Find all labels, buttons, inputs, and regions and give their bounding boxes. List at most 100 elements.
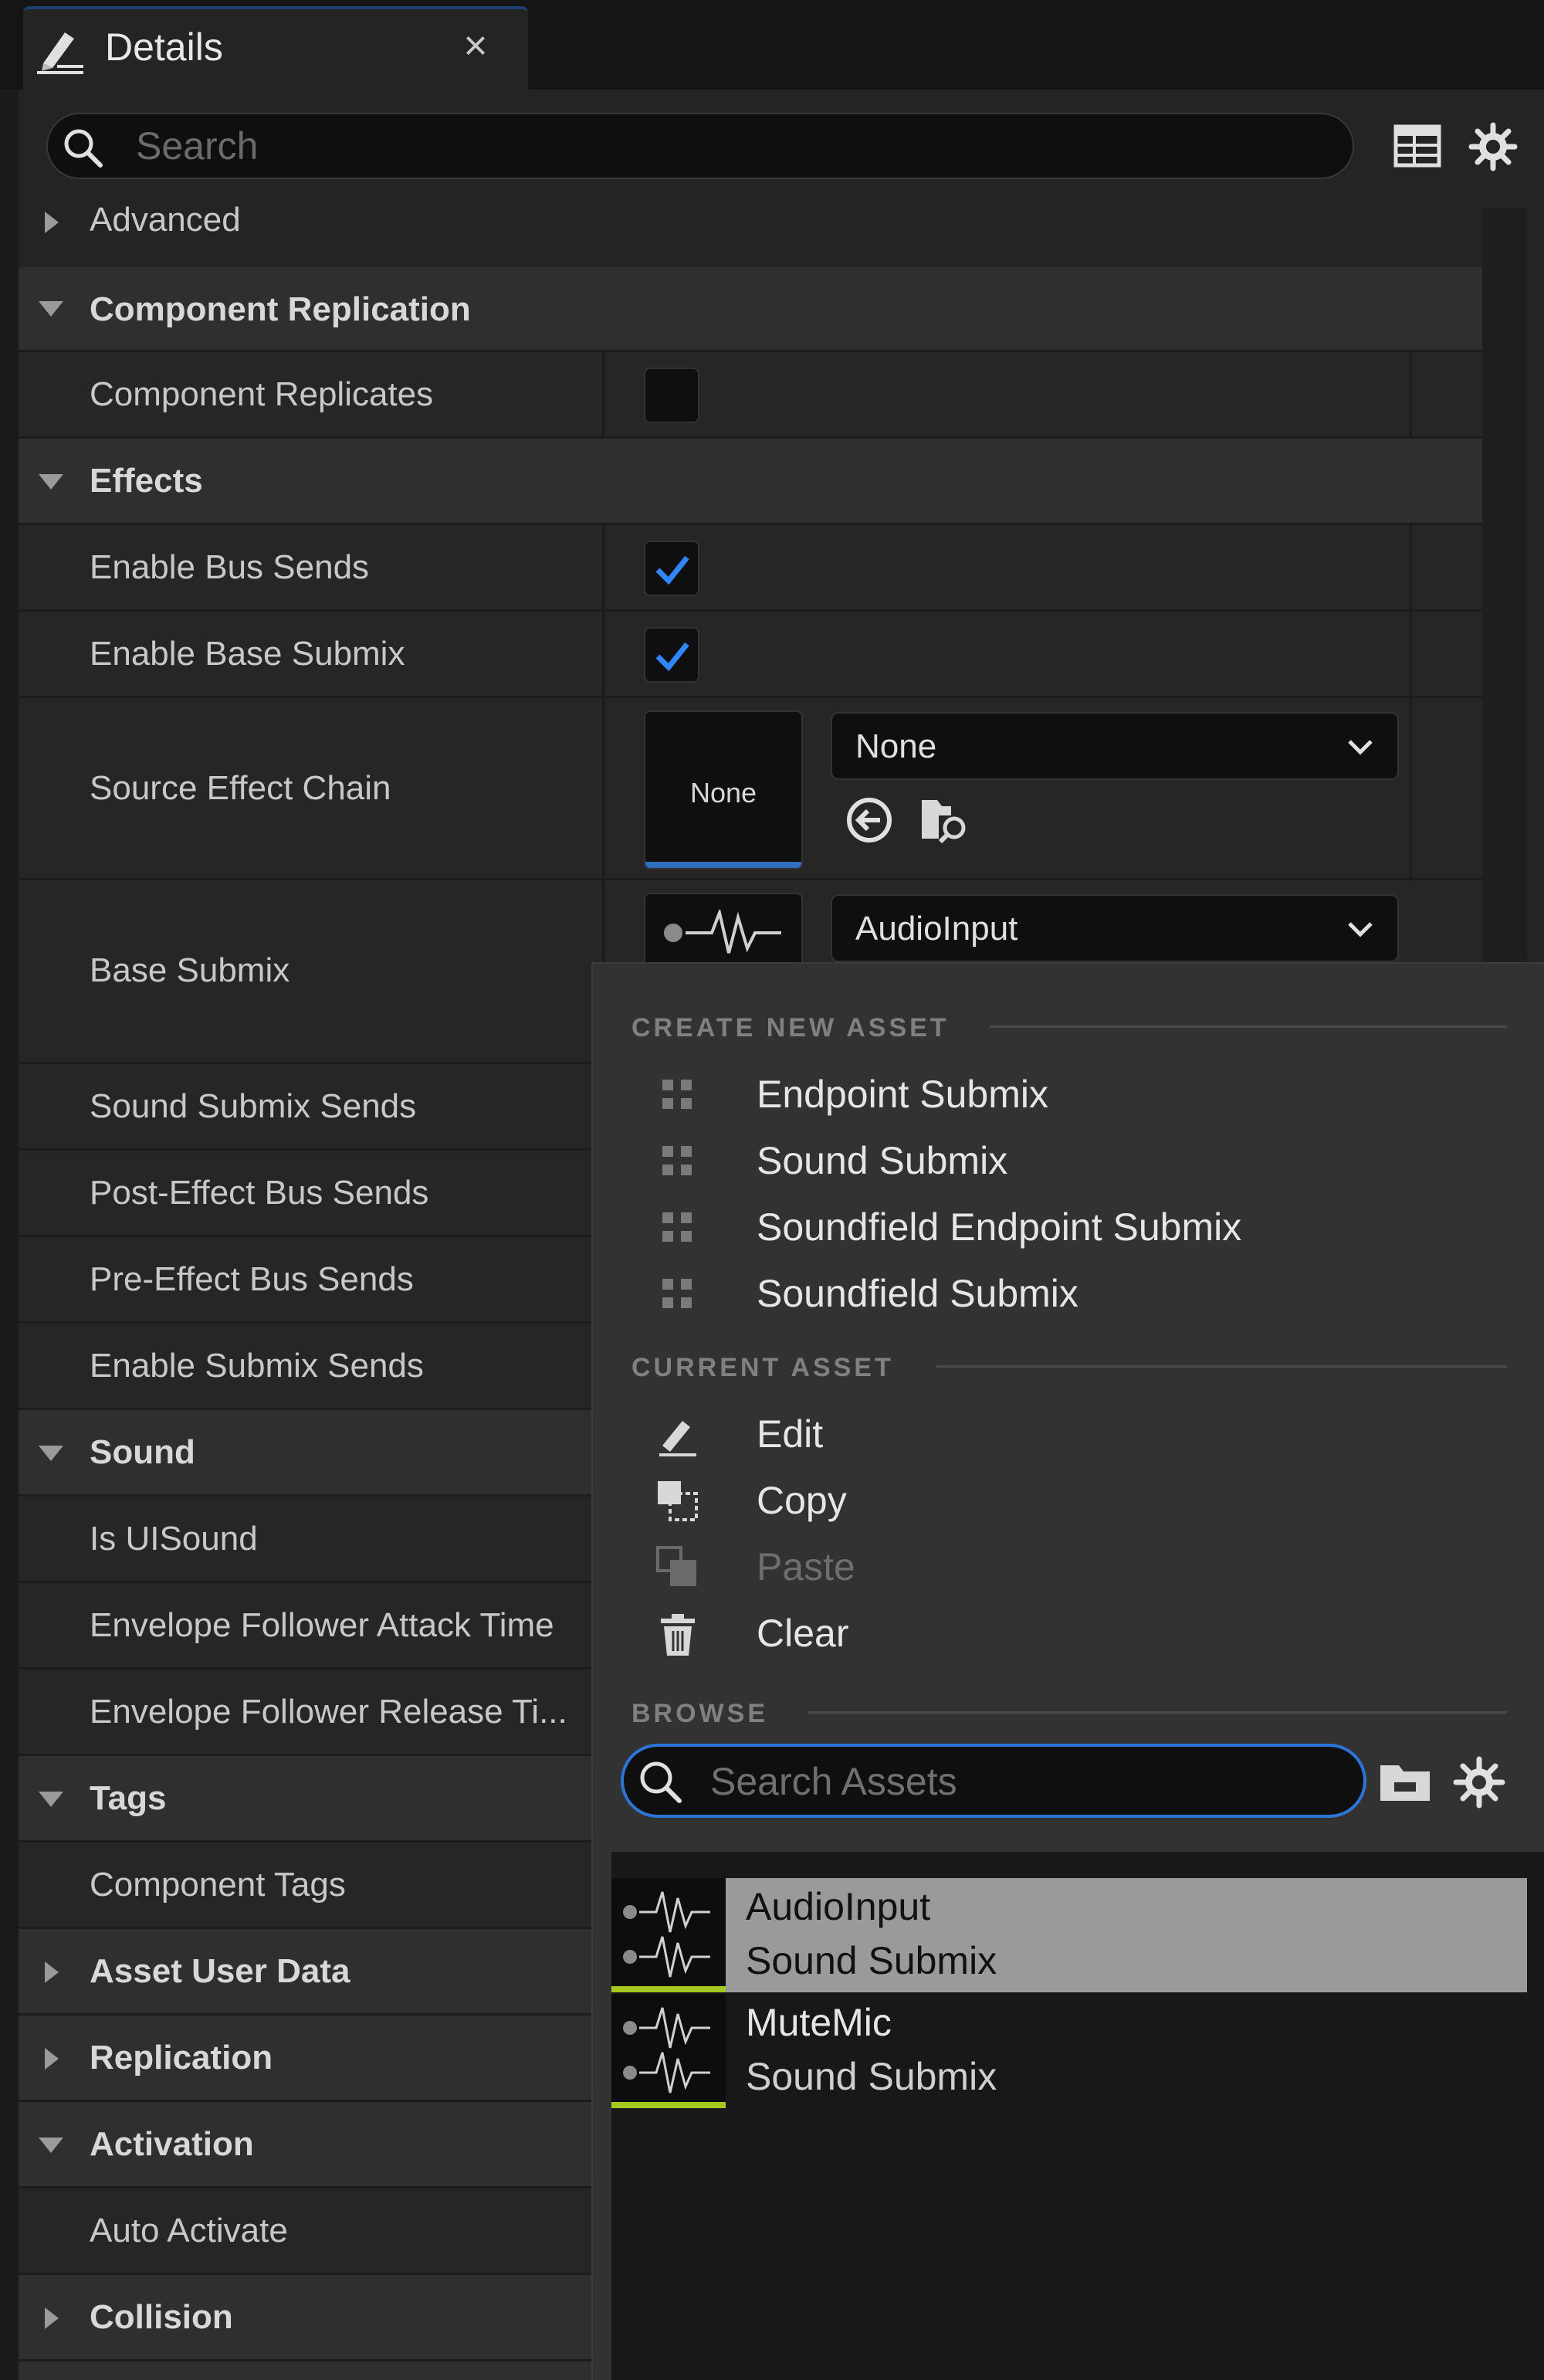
- expand-arrow-icon[interactable]: [36, 207, 66, 238]
- property-label: Component Tags: [90, 1866, 346, 1904]
- menu-item-label: Copy: [757, 1479, 847, 1522]
- asset-search-placeholder: Search Assets: [710, 1760, 957, 1803]
- property-label: Is UISound: [90, 1520, 258, 1558]
- section-divider: [808, 1711, 1507, 1714]
- collapse-arrow-icon[interactable]: [36, 2130, 66, 2161]
- pencil-icon: [659, 1421, 696, 1456]
- property-label: Post-Effect Bus Sends: [90, 1174, 429, 1212]
- category-label: Sound: [90, 1433, 195, 1471]
- source-effect-chain-combo[interactable]: None: [831, 712, 1399, 780]
- menu-item-label: Sound Submix: [757, 1139, 1008, 1182]
- asset-search-input[interactable]: Search Assets: [621, 1744, 1366, 1818]
- column-divider[interactable]: [602, 612, 604, 696]
- browse-folder-icon[interactable]: [917, 792, 973, 848]
- asset-picker-menu: CREATE NEW ASSET Endpoint Submix Sound S…: [591, 962, 1544, 2380]
- property-component-replicates: Component Replicates: [19, 352, 1482, 439]
- category-label: Asset User Data: [90, 1952, 350, 1990]
- property-label: Enable Bus Sends: [90, 548, 370, 586]
- asset-name: AudioInput: [746, 1885, 931, 1928]
- property-label: Sound Submix Sends: [90, 1087, 417, 1125]
- section-current-asset: CURRENT ASSET: [631, 1353, 894, 1382]
- table-view-icon[interactable]: [1391, 120, 1444, 173]
- asset-type: Sound Submix: [746, 1939, 997, 1982]
- property-label: Envelope Follower Release Ti...: [90, 1693, 567, 1731]
- menu-item-label: Endpoint Submix: [757, 1073, 1049, 1116]
- submix-waveform-icon: [664, 910, 781, 954]
- asset-thumbnail[interactable]: None: [644, 710, 803, 870]
- tab-details[interactable]: Details ×: [23, 6, 528, 90]
- category-label: Advanced: [90, 201, 241, 239]
- section-divider: [936, 1365, 1507, 1368]
- menu-item-label: Soundfield Submix: [757, 1272, 1078, 1315]
- category-label: Effects: [90, 462, 203, 500]
- column-divider: [1410, 612, 1412, 696]
- category-component-replication[interactable]: Component Replication: [19, 267, 1482, 352]
- submix-waveform-icon: [623, 1891, 710, 1978]
- base-submix-combo[interactable]: AudioInput: [831, 894, 1399, 962]
- collapse-arrow-icon[interactable]: [36, 1438, 66, 1469]
- expand-arrow-icon[interactable]: [36, 1957, 66, 1988]
- menu-item-label: Soundfield Endpoint Submix: [757, 1205, 1242, 1249]
- category-label: Tags: [90, 1779, 167, 1817]
- paste-icon: [656, 1546, 696, 1586]
- menu-item-soundfield-submix[interactable]: Soundfield Submix: [639, 1260, 1488, 1327]
- checkmark-icon: [655, 555, 689, 585]
- asset-body: MuteMic Sound Submix: [726, 1994, 1527, 2108]
- column-divider[interactable]: [602, 525, 604, 609]
- search-icon: [640, 1761, 682, 1803]
- enable-bus-sends-checkbox[interactable]: [644, 541, 699, 596]
- asset-thumbnail: [611, 1994, 726, 2108]
- column-divider: [1410, 352, 1412, 436]
- combo-value: AudioInput: [855, 910, 1018, 948]
- menu-item-sound-submix[interactable]: Sound Submix: [639, 1127, 1488, 1194]
- menu-item-edit[interactable]: Edit: [639, 1401, 1488, 1467]
- chevron-down-icon: [1348, 740, 1373, 755]
- collapse-arrow-icon[interactable]: [36, 293, 66, 324]
- collapse-arrow-icon[interactable]: [36, 466, 66, 497]
- section-divider: [990, 1026, 1507, 1028]
- new-asset-icon: [662, 1279, 692, 1308]
- property-label: Auto Activate: [90, 2212, 288, 2249]
- category-label: Component Replication: [90, 290, 471, 328]
- asset-thumbnail: [611, 1878, 726, 1992]
- column-divider[interactable]: [602, 698, 604, 878]
- collapse-arrow-icon[interactable]: [36, 1784, 66, 1815]
- menu-item-copy[interactable]: Copy: [639, 1467, 1488, 1534]
- asset-item[interactable]: MuteMic Sound Submix: [611, 1994, 1527, 2108]
- enable-base-submix-checkbox[interactable]: [644, 627, 699, 683]
- gear-icon[interactable]: [1467, 120, 1519, 173]
- property-label: Source Effect Chain: [90, 769, 391, 807]
- asset-body: AudioInput Sound Submix: [726, 1878, 1527, 1992]
- details-pencil-icon: [37, 32, 83, 74]
- search-icon: [64, 129, 103, 168]
- menu-item-clear[interactable]: Clear: [639, 1600, 1488, 1666]
- gear-icon[interactable]: [1451, 1754, 1507, 1810]
- expand-arrow-icon[interactable]: [36, 2303, 66, 2334]
- folder-icon[interactable]: [1377, 1754, 1433, 1810]
- chevron-down-icon: [1348, 922, 1373, 937]
- column-divider[interactable]: [602, 352, 604, 436]
- property-label: Pre-Effect Bus Sends: [90, 1260, 414, 1298]
- copy-icon: [658, 1481, 698, 1521]
- menu-item-label: Clear: [757, 1612, 849, 1655]
- use-selected-arrow-icon[interactable]: [841, 792, 897, 848]
- asset-item[interactable]: AudioInput Sound Submix: [611, 1878, 1527, 1992]
- section-browse: BROWSE: [631, 1699, 768, 1728]
- asset-type-bar: [611, 2102, 726, 2108]
- new-asset-icon: [662, 1146, 692, 1175]
- tab-bar: Details ×: [0, 0, 1544, 90]
- menu-item-label: Edit: [757, 1412, 824, 1456]
- category-advanced[interactable]: Advanced: [19, 184, 1482, 267]
- close-icon[interactable]: ×: [452, 22, 499, 76]
- submix-waveform-icon: [623, 2007, 710, 2094]
- trash-icon: [661, 1614, 695, 1656]
- checkmark-icon: [655, 642, 689, 672]
- expand-arrow-icon[interactable]: [36, 2043, 66, 2074]
- category-effects[interactable]: Effects: [19, 439, 1482, 525]
- component-replicates-checkbox[interactable]: [644, 368, 699, 423]
- menu-item-endpoint-submix[interactable]: Endpoint Submix: [639, 1061, 1488, 1127]
- menu-item-paste[interactable]: Paste: [639, 1534, 1488, 1600]
- search-input[interactable]: Search: [46, 113, 1354, 179]
- menu-item-soundfield-endpoint-submix[interactable]: Soundfield Endpoint Submix: [639, 1194, 1488, 1260]
- asset-type-bar: [611, 1986, 726, 1992]
